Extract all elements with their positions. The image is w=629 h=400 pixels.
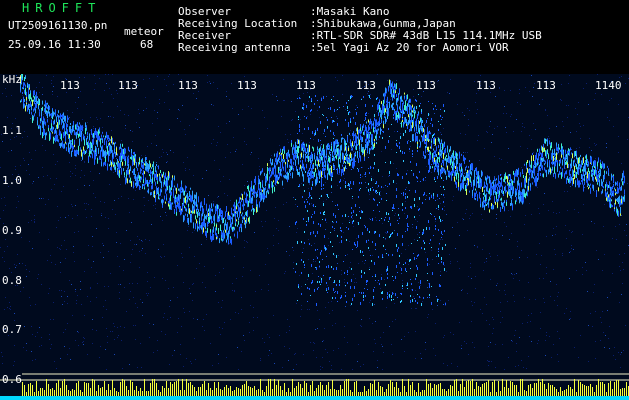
- mode-label: meteor: [124, 25, 164, 38]
- freq-tick: 0.7: [2, 323, 22, 336]
- spectrogram-background: [0, 74, 629, 400]
- bottom-band: [0, 396, 629, 400]
- antenna-label: Receiving antenna: [178, 41, 291, 54]
- time-tick: 113: [356, 79, 376, 92]
- time-tick: 1140: [595, 79, 622, 92]
- freq-tick: 1.1: [2, 124, 22, 137]
- file-name: UT2509161130.pn: [8, 19, 108, 32]
- header-panel: HROFFT UT2509161130.pn meteor 25.09.16 1…: [0, 0, 629, 74]
- time-tick: 113: [536, 79, 556, 92]
- count-value: 68: [140, 38, 154, 51]
- freq-tick: 0.8: [2, 274, 22, 287]
- freq-unit: kHz: [2, 73, 22, 86]
- time-tick: 113: [60, 79, 80, 92]
- time-tick: 113: [118, 79, 138, 92]
- time-tick: 113: [476, 79, 496, 92]
- freq-tick: 1.0: [2, 174, 22, 187]
- time-tick: 113: [237, 79, 257, 92]
- time-tick: 113: [178, 79, 198, 92]
- spectrogram: [0, 74, 629, 400]
- freq-tick: 0.6: [2, 373, 22, 386]
- freq-tick: 0.9: [2, 224, 22, 237]
- date-time: 25.09.16 11:30: [8, 38, 101, 51]
- antenna-value: :5el Yagi Az 20 for Aomori VOR: [310, 41, 509, 54]
- time-tick: 113: [296, 79, 316, 92]
- time-tick: 113: [416, 79, 436, 92]
- app-title: HROFFT: [22, 1, 102, 15]
